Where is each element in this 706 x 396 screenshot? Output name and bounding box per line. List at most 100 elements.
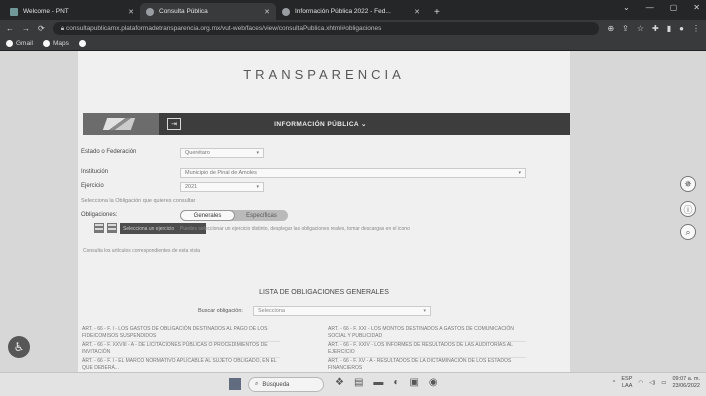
bookmark-maps[interactable]: Maps — [42, 40, 69, 47]
page-content: TRANSPARENCIA ⇥ INFORMACIÓN PÚBLICA ⌄ Es… — [78, 51, 570, 372]
ejercicio-label: Ejercicio — [81, 183, 104, 189]
address-bar-row: ← → ⟳ 🔒︎ consultapublicamx.plataformadet… — [0, 20, 706, 37]
info-icon[interactable]: ⓘ — [680, 201, 696, 217]
profile-icon[interactable]: ● — [679, 24, 684, 33]
ejercicio-select[interactable]: 2021 ▾ — [180, 182, 264, 192]
browser-tab-strip: Welcome - PNT ✕ Consulta Pública ✕ Infor… — [0, 0, 706, 20]
battery-icon[interactable]: ▭ — [661, 380, 666, 386]
widgets-icon[interactable]: ❖ — [335, 377, 344, 388]
close-window-icon[interactable]: ✕ — [693, 3, 700, 12]
back-icon[interactable]: ← — [6, 24, 14, 33]
web-page: TRANSPARENCIA ⇥ INFORMACIÓN PÚBLICA ⌄ Es… — [0, 51, 706, 372]
institucion-value: Municipio de Pinal de Amoles — [185, 170, 257, 176]
bookmark-label: Maps — [52, 40, 69, 47]
reload-icon[interactable]: ⟳ — [38, 24, 45, 33]
buscar-placeholder: Selecciona — [258, 308, 285, 314]
url-text: consultapublicamx.plataformadetransparen… — [65, 25, 382, 32]
chrome-icon[interactable]: ◉ — [429, 377, 438, 388]
chevron-down-icon: ▾ — [518, 170, 521, 176]
window-controls: ⌄ — ▢ ✕ — [623, 3, 700, 12]
toggle-generales[interactable]: Generales — [180, 210, 235, 221]
chevron-down-icon: ▾ — [256, 184, 259, 190]
minimize-icon[interactable]: — — [646, 3, 654, 12]
store-icon[interactable]: ▣ — [409, 377, 418, 388]
windows-taskbar: ⌕ Búsqueda ❖ ▤ ▬ ◐ ▣ ◉ ^ ESP LAA ◠ ◁) ▭ … — [0, 372, 706, 396]
article-link[interactable]: ART. - 66 - F. XXI - LOS MONTOS DESTINAD… — [328, 326, 526, 342]
tab-title: Welcome - PNT — [23, 8, 69, 15]
explorer-icon[interactable]: ▤ — [354, 377, 363, 388]
help-text: Puedes seleccionar un ejercicio distinto… — [180, 226, 410, 232]
star-badge-icon[interactable]: ✵ — [680, 176, 696, 192]
search-icon: ⌕ — [255, 381, 259, 387]
close-icon[interactable]: ✕ — [128, 8, 134, 16]
grid-icon[interactable] — [94, 223, 104, 233]
info-menu-title[interactable]: INFORMACIÓN PÚBLICA ⌄ — [181, 120, 460, 128]
buscar-obligacion-label: Buscar obligación: — [198, 308, 243, 314]
note-text: Consulta los artículos correspondientes … — [83, 248, 201, 254]
url-field[interactable]: 🔒︎ consultapublicamx.plataformadetranspa… — [52, 22, 600, 35]
bookmark-extra[interactable] — [78, 40, 86, 47]
forward-icon[interactable]: → — [22, 24, 30, 33]
lista-obligaciones-title: LISTA DE OBLIGACIONES GENERALES — [259, 289, 389, 296]
obligaciones-toggle: Generales Específicas — [180, 210, 288, 221]
zoom-icon[interactable]: ⊕ — [607, 24, 614, 33]
article-link[interactable]: ART. - 66 - F. I - LOS GASTOS DE OBLIGAC… — [82, 326, 280, 342]
tab-title: Información Pública 2022 - Fed... — [295, 8, 391, 15]
close-icon[interactable]: ✕ — [264, 8, 270, 16]
close-icon[interactable]: ✕ — [414, 8, 420, 16]
estado-select[interactable]: Querétaro ▾ — [180, 148, 264, 158]
extensions-icon[interactable]: ✚ — [652, 24, 659, 33]
search-zoom-icon[interactable]: ⌕ — [680, 224, 696, 240]
star-icon[interactable]: ☆ — [637, 24, 644, 33]
chevron-down-icon: ▾ — [423, 308, 426, 314]
selecciona-label: Selecciona la Obligación que quieres con… — [81, 198, 196, 204]
article-link[interactable]: ART. - 66 - F. XXIV - LOS INFORMES DE RE… — [328, 342, 526, 358]
lang-top: ESP — [621, 376, 633, 382]
language-indicator[interactable]: ESP LAA — [621, 376, 632, 390]
clock-date: 23/06/2022 — [672, 383, 700, 389]
article-link[interactable]: ART. - 66 - F. XXVIII - A - DE LICITACIO… — [82, 342, 280, 358]
obligaciones-label: Obligaciones: — [81, 212, 118, 218]
pnt-favicon-icon — [10, 7, 18, 16]
ejercicio-value: 2021 — [185, 184, 198, 190]
tab-informacion-publica[interactable]: Información Pública 2022 - Fed... ✕ — [276, 3, 426, 20]
estado-value: Querétaro — [185, 150, 210, 156]
share-icon[interactable]: ⇪ — [622, 24, 629, 33]
sidebar-icon[interactable]: ▮ — [667, 24, 671, 33]
globe-favicon-icon — [146, 7, 154, 16]
taskbar-apps: ❖ ▤ ▬ ◐ ▣ ◉ — [335, 377, 438, 388]
tab-consulta-publica[interactable]: Consulta Pública ✕ — [140, 3, 276, 20]
accessibility-icon[interactable]: ♿︎ — [8, 336, 30, 358]
bookmark-gmail[interactable]: Gmail — [6, 40, 33, 47]
exit-icon[interactable]: ⇥ — [167, 118, 181, 130]
tab-title: Consulta Pública — [159, 8, 208, 15]
buscar-obligacion-select[interactable]: Selecciona ▾ — [253, 306, 431, 316]
toggle-especificas[interactable]: Específicas — [235, 210, 288, 221]
clock[interactable]: 09:07 a. m. 23/06/2022 — [672, 376, 700, 390]
article-link[interactable]: ART. - 66 - F. XV - A - RESULTADOS DE LA… — [328, 358, 526, 372]
globe-favicon-icon — [282, 7, 290, 16]
tab-welcome[interactable]: Welcome - PNT ✕ — [4, 3, 140, 20]
page-brand-title: TRANSPARENCIA — [243, 67, 405, 82]
download-icon[interactable] — [107, 223, 117, 233]
bookmark-label: Gmail — [16, 40, 33, 47]
institucion-select[interactable]: Municipio de Pinal de Amoles ▾ — [180, 168, 526, 178]
volume-icon[interactable]: ◁) — [649, 380, 655, 386]
windows-start-icon[interactable] — [229, 378, 241, 390]
info-header-bar: ⇥ INFORMACIÓN PÚBLICA ⌄ — [83, 113, 570, 135]
maximize-icon[interactable]: ▢ — [670, 3, 678, 12]
files-icon[interactable]: ▬ — [373, 377, 383, 388]
chevron-up-icon[interactable]: ^ — [613, 380, 616, 386]
taskbar-search[interactable]: ⌕ Búsqueda — [248, 377, 324, 392]
pnt-logo — [83, 113, 159, 135]
address-bar-icons: ⊕ ⇪ ☆ ✚ ▮ ● ⋮ — [607, 24, 700, 33]
taskbar-search-label: Búsqueda — [262, 381, 290, 388]
new-tab-button[interactable]: + — [426, 7, 448, 20]
menu-icon[interactable]: ⋮ — [692, 24, 700, 33]
chevron-down-icon[interactable]: ⌄ — [623, 3, 630, 12]
clock-time: 09:07 a. m. — [672, 376, 700, 382]
gmail-icon — [6, 40, 13, 47]
wifi-icon[interactable]: ◠ — [638, 380, 643, 386]
article-link[interactable]: ART. - 66 - F. I - EL MARCO NORMATIVO AP… — [82, 358, 280, 372]
edge-icon[interactable]: ◐ — [393, 377, 399, 388]
